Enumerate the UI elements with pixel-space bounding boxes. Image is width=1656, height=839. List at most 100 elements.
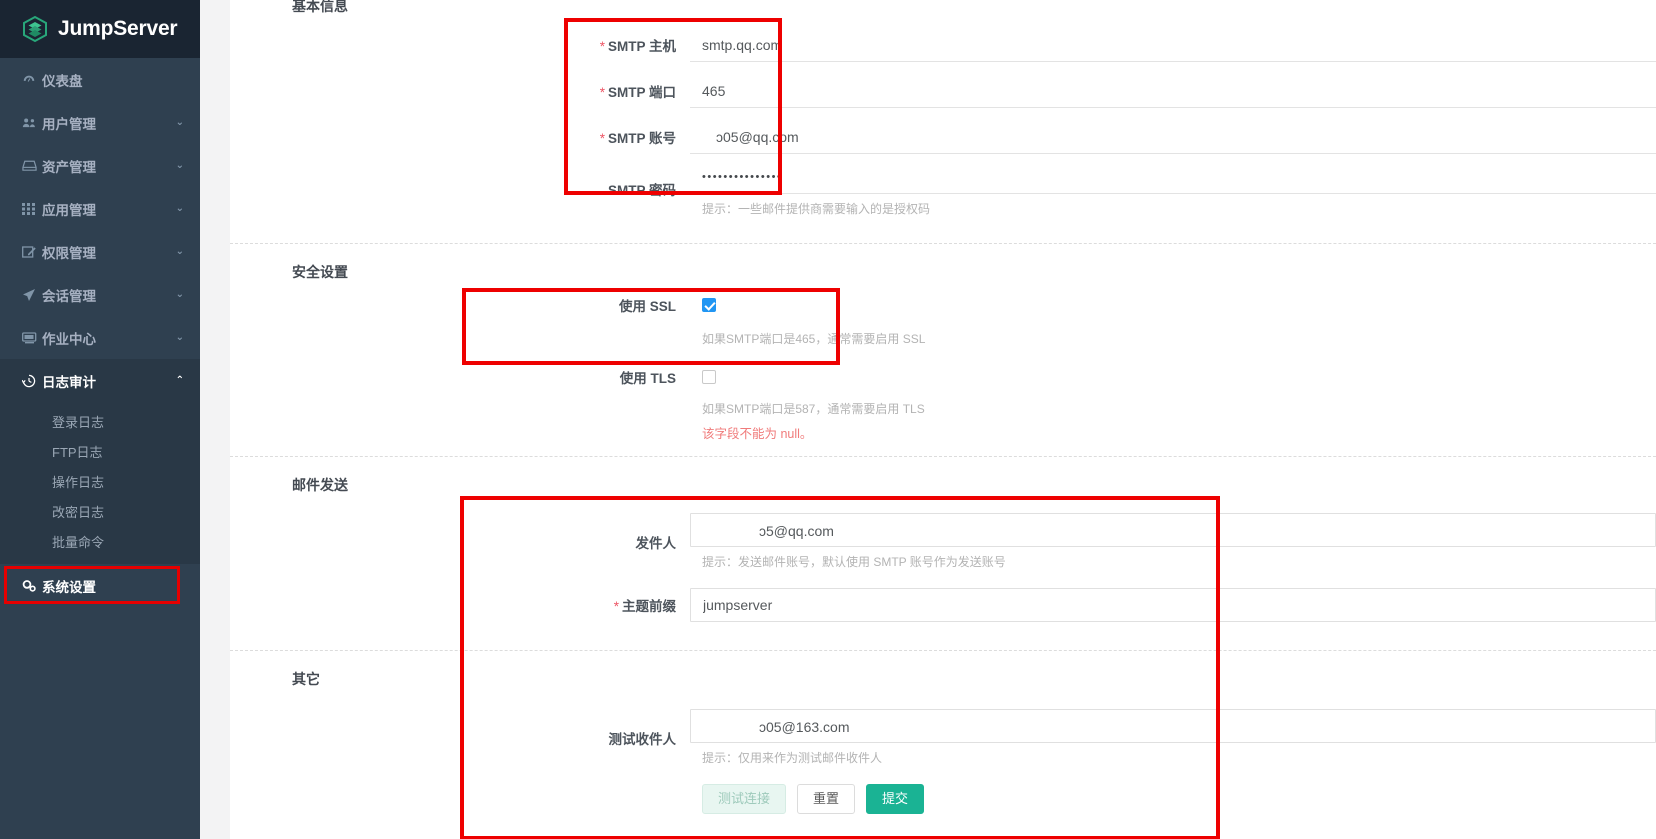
- sidebar-item-system-settings[interactable]: 系统设置: [0, 564, 200, 607]
- smtp-port-input[interactable]: [690, 74, 1656, 108]
- sessions-rocket-icon: [22, 288, 42, 302]
- sidebar-submenu-audit: 登录日志 FTP日志 操作日志 改密日志 批量命令: [0, 402, 200, 564]
- sidebar-subitem-label: 改密日志: [52, 504, 105, 520]
- field-label: * 主题前缀: [613, 599, 676, 614]
- sidebar-item-audit[interactable]: 日志审计 ⌃: [0, 359, 200, 402]
- sidebar-subitem-login-log[interactable]: 登录日志: [0, 406, 200, 436]
- chevron-down-icon: ⌄: [175, 116, 184, 128]
- form-row-smtp-port: * SMTP 端口: [230, 68, 1656, 114]
- audit-history-icon: [22, 374, 42, 388]
- field-control: 如果SMTP端口是587，通常需要启用 TLS 该字段不能为 null。: [690, 394, 1656, 442]
- use-ssl-hint: 如果SMTP端口是465，通常需要启用 SSL: [702, 331, 926, 346]
- brand-logo[interactable]: JumpServer: [0, 0, 200, 58]
- sender-hint: 提示：发送邮件账号，默认使用 SMTP 账号作为发送账号: [702, 555, 1006, 569]
- assets-icon: [22, 159, 42, 172]
- sidebar-item-label: 作业中心: [42, 331, 96, 347]
- field-control: ɔ05@163.com 提示：仅用来作为测试邮件收件人: [690, 709, 1656, 766]
- dashboard-icon: [22, 73, 42, 87]
- action-buttons: 测试连接 重置 提交: [690, 784, 1656, 814]
- sidebar-item-label: 系统设置: [42, 579, 96, 595]
- test-recipient-input[interactable]: ɔ05@163.com: [690, 709, 1656, 743]
- field-control: ɔ5@qq.com 提示：发送邮件账号，默认使用 SMTP 账号作为发送账号: [690, 513, 1656, 570]
- sidebar-subitem-label: 操作日志: [52, 474, 105, 490]
- section-title: 邮件发送: [292, 477, 348, 493]
- field-label: 使用 TLS: [619, 371, 676, 386]
- sidebar-item-permissions[interactable]: 权限管理 ⌄: [0, 230, 200, 273]
- section-title: 基本信息: [292, 0, 348, 14]
- test-connection-button[interactable]: 测试连接: [702, 784, 787, 814]
- reset-button[interactable]: 重置: [797, 784, 856, 814]
- permissions-edit-icon: [22, 245, 42, 259]
- sidebar-item-label: 资产管理: [42, 159, 96, 175]
- section-mail-send: 邮件发送 发件人 ɔ5@qq.com 提示：发送邮件账号，默认使用 SMTP 账…: [230, 457, 1656, 628]
- chevron-down-icon: ⌄: [175, 159, 184, 171]
- sidebar-subitem-label: FTP日志: [52, 444, 103, 460]
- form-row-actions: 测试连接 重置 提交: [230, 776, 1656, 822]
- test-recipient-hint: 提示：仅用来作为测试邮件收件人: [702, 751, 883, 765]
- settings-gears-icon: [22, 579, 42, 593]
- use-ssl-checkbox[interactable]: [702, 297, 716, 312]
- required-marker: *: [599, 131, 605, 146]
- field-label: SMTP 密码: [607, 182, 676, 198]
- field-label: 测试收件人: [608, 731, 677, 747]
- sidebar-item-label: 日志审计: [42, 374, 96, 390]
- sidebar-item-label: 应用管理: [42, 202, 96, 218]
- use-tls-error: 该字段不能为 null。: [702, 427, 813, 441]
- field-control: [690, 368, 1656, 386]
- use-tls-checkbox[interactable]: [702, 369, 716, 384]
- sidebar-item-sessions[interactable]: 会话管理 ⌄: [0, 273, 200, 316]
- section-title: 安全设置: [292, 264, 348, 280]
- form-row-smtp-host: * SMTP 主机: [230, 22, 1656, 68]
- form-row-sender: 发件人 ɔ5@qq.com 提示：发送邮件账号，默认使用 SMTP 账号作为发送…: [230, 513, 1656, 570]
- brand-name: JumpServer: [58, 17, 178, 40]
- sidebar-item-dashboard[interactable]: 仪表盘: [0, 58, 200, 101]
- sidebar-item-label: 权限管理: [42, 245, 96, 261]
- smtp-account-input[interactable]: ɔ05@qq.com: [690, 120, 1656, 154]
- section-other: 其它 测试收件人 ɔ05@163.com 提示：仅用来作为测试邮件收件人 测试连…: [230, 651, 1656, 822]
- required-marker: *: [599, 39, 605, 54]
- field-control: [690, 74, 1656, 108]
- sidebar-item-jobs[interactable]: 作业中心 ⌄: [0, 316, 200, 359]
- smtp-password-hint: 提示：一些邮件提供商需要输入的是授权码: [702, 202, 931, 216]
- layout-gutter: [200, 0, 230, 839]
- field-label: * SMTP 端口: [599, 85, 676, 100]
- sidebar: JumpServer 仪表盘 用户管理 ⌄ 资产管理 ⌄ 应用管理 ⌄ 权限管理…: [0, 0, 200, 839]
- sidebar-item-system-settings-wrapper: 系统设置: [0, 564, 200, 607]
- sidebar-subitem-ftp-log[interactable]: FTP日志: [0, 436, 200, 466]
- chevron-down-icon: ⌄: [175, 331, 184, 343]
- chevron-down-icon: ⌄: [175, 245, 184, 257]
- field-control: [690, 588, 1656, 622]
- jumpserver-logo-icon: [22, 15, 48, 43]
- sidebar-item-label: 用户管理: [42, 116, 96, 132]
- submit-button[interactable]: 提交: [866, 784, 925, 814]
- sender-input[interactable]: ɔ5@qq.com: [690, 513, 1656, 547]
- field-control: 测试连接 重置 提交: [690, 784, 1656, 814]
- main-content: 基本信息 *SMTP 主机 *SMTP 端口 *SMTP 账号 ɔ05@qq.c…: [230, 0, 1656, 839]
- form-row-test-recipient: 测试收件人 ɔ05@163.com 提示：仅用来作为测试邮件收件人: [230, 709, 1656, 766]
- hint-row-tls: 如果SMTP端口是587，通常需要启用 TLS 该字段不能为 null。: [230, 394, 1656, 442]
- sidebar-item-label: 会话管理: [42, 288, 96, 304]
- sidebar-subitem-operation-log[interactable]: 操作日志: [0, 466, 200, 496]
- field-control: [690, 28, 1656, 62]
- chevron-down-icon: ⌄: [175, 288, 184, 300]
- section-basic-info: 基本信息 *SMTP 主机 *SMTP 端口 *SMTP 账号 ɔ05@qq.c…: [230, 0, 1656, 217]
- sidebar-item-label: 仪表盘: [42, 73, 83, 89]
- form-row-smtp-account: * SMTP 账号 ɔ05@qq.com: [230, 114, 1656, 160]
- form-row-use-ssl: 使用 SSL: [230, 288, 1656, 322]
- smtp-password-input[interactable]: •••••••••••••••: [690, 160, 1656, 194]
- sidebar-item-apps[interactable]: 应用管理 ⌄: [0, 187, 200, 230]
- sidebar-item-assets[interactable]: 资产管理 ⌄: [0, 144, 200, 187]
- sidebar-subitem-password-change-log[interactable]: 改密日志: [0, 496, 200, 526]
- section-security: 安全设置 使用 SSL 如果SMTP端口是465，通常需要启用 SSL 使用 T…: [230, 244, 1656, 442]
- sidebar-item-users[interactable]: 用户管理 ⌄: [0, 101, 200, 144]
- subject-prefix-input[interactable]: [690, 588, 1656, 622]
- field-label: 使用 SSL: [618, 299, 676, 314]
- field-label: * SMTP 主机: [599, 39, 676, 54]
- field-control: [690, 296, 1656, 314]
- sidebar-subitem-batch-command[interactable]: 批量命令: [0, 526, 200, 556]
- form-row-use-tls: 使用 TLS: [230, 360, 1656, 394]
- jumpserver-app: JumpServer 仪表盘 用户管理 ⌄ 资产管理 ⌄ 应用管理 ⌄ 权限管理…: [0, 0, 1656, 839]
- apps-grid-icon: [22, 202, 42, 215]
- smtp-host-input[interactable]: [690, 28, 1656, 62]
- sidebar-subitem-label: 登录日志: [52, 414, 105, 430]
